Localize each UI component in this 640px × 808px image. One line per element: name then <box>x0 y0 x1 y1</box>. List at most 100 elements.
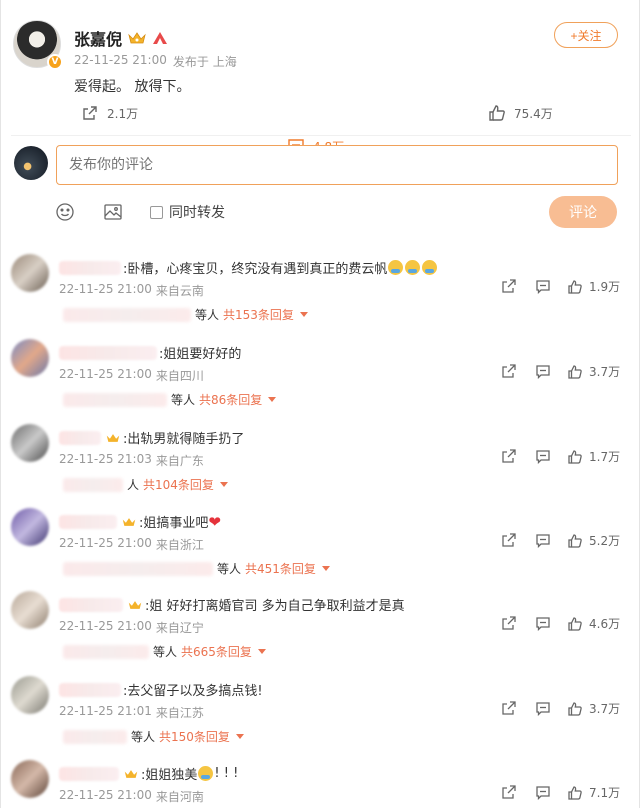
submit-comment-button[interactable]: 评论 <box>549 196 617 228</box>
share-icon <box>502 533 516 547</box>
expand-arrow-icon[interactable] <box>321 566 330 571</box>
comment-line: :姐搞事业吧 ❤ <box>59 512 221 531</box>
comment-share-button[interactable] <box>501 448 517 464</box>
commenter-avatar[interactable] <box>11 591 49 629</box>
comment-input[interactable] <box>56 145 618 185</box>
commenter-avatar[interactable] <box>11 676 49 714</box>
reply-summary[interactable]: 等人 共86条回复 <box>63 391 277 408</box>
like-icon <box>568 701 582 716</box>
expand-arrow-icon[interactable] <box>219 482 228 487</box>
comment-like-button[interactable]: 5.2万 <box>567 532 620 549</box>
comment-share-button[interactable] <box>501 784 517 800</box>
comment-reply-button[interactable] <box>535 532 551 548</box>
comment-actions: 3.7万 <box>501 363 631 381</box>
comment-reply-button[interactable] <box>535 784 551 800</box>
share-icon <box>502 279 516 293</box>
comment-line: :姐姐要好好的 <box>59 343 241 362</box>
comment-reply-button[interactable] <box>535 700 551 716</box>
share-icon <box>502 449 516 463</box>
repost-checkbox[interactable] <box>150 205 163 219</box>
post-author-name[interactable]: 张嘉倪 <box>74 26 122 50</box>
comment-time: 22-11-25 21:00 <box>59 536 152 550</box>
like-button[interactable]: 75.4万 <box>488 104 553 122</box>
comment-actions: 4.6万 <box>501 615 631 633</box>
emoji-button[interactable] <box>54 201 76 223</box>
like-icon <box>568 449 582 464</box>
expand-arrow-icon[interactable] <box>235 734 244 739</box>
comment-meta: 22-11-25 21:00 来自云南 <box>59 282 204 299</box>
commenter-avatar[interactable] <box>11 508 49 546</box>
reply-summary[interactable]: 等人 共451条回复 <box>63 560 330 577</box>
replier-names-blurred <box>63 392 167 407</box>
reply-count-link[interactable]: 共665条回复 <box>181 643 252 660</box>
commenter-name-blurred[interactable] <box>59 514 117 529</box>
reply-summary[interactable]: 等人 共153条回复 <box>63 306 308 323</box>
reply-prefix: 等人 <box>131 730 156 744</box>
commenter-name-blurred[interactable] <box>59 766 119 781</box>
reply-summary[interactable]: 人共104条回复 <box>63 476 228 493</box>
share-button[interactable]: 2.1万 <box>81 104 138 122</box>
share-icon <box>502 616 516 630</box>
comment-share-button[interactable] <box>501 615 517 631</box>
reply-count-link[interactable]: 共153条回复 <box>223 306 294 323</box>
repost-toggle[interactable]: 同时转发 <box>150 202 225 222</box>
comment-like-button[interactable]: 7.1万 <box>567 784 620 801</box>
follow-button[interactable]: +关注 <box>554 22 618 48</box>
comment-text-suffix: ! ! ! <box>214 766 239 781</box>
commenter-name-blurred[interactable] <box>59 597 123 612</box>
pleading-emoji-icon <box>198 766 214 781</box>
comment-reply-button[interactable] <box>535 448 551 464</box>
comment-share-button[interactable] <box>501 700 517 716</box>
comment-text: :卧槽，心疼宝贝，终究没有遇到真正的费云帆 <box>123 262 388 277</box>
commenter-avatar[interactable] <box>11 339 49 377</box>
repost-label: 同时转发 <box>169 205 225 221</box>
reply-count-link[interactable]: 共104条回复 <box>143 476 214 493</box>
like-icon <box>489 105 505 121</box>
comment-actions: 1.9万 <box>501 278 631 296</box>
commenter-name-blurred[interactable] <box>59 345 157 360</box>
post-time: 22-11-25 21:00 <box>74 53 167 67</box>
comment-reply-button[interactable] <box>535 278 551 294</box>
expand-arrow-icon[interactable] <box>268 397 277 402</box>
reply-summary[interactable]: 等人 共150条回复 <box>63 728 244 745</box>
like-icon <box>568 279 582 294</box>
image-upload-button[interactable] <box>102 201 124 223</box>
verified-badge-icon: V <box>47 54 63 70</box>
post-meta: 22-11-25 21:00 发布于 上海 <box>74 53 237 70</box>
comment-meta: 22-11-25 21:03 来自广东 <box>59 452 204 469</box>
commenter-avatar[interactable] <box>11 254 49 292</box>
comment-location: 来自浙江 <box>155 538 204 552</box>
commenter-avatar[interactable] <box>11 424 49 462</box>
emoji-icon <box>56 203 74 221</box>
expand-arrow-icon[interactable] <box>257 649 266 654</box>
reply-count-link[interactable]: 共451条回复 <box>245 560 316 577</box>
comment-share-button[interactable] <box>501 278 517 294</box>
reply-count-link[interactable]: 共150条回复 <box>159 728 230 745</box>
expand-arrow-icon[interactable] <box>299 312 308 317</box>
comment-like-button[interactable]: 4.6万 <box>567 615 620 632</box>
comment-icon <box>536 450 550 464</box>
share-icon <box>502 364 516 378</box>
replier-names-blurred <box>63 644 149 659</box>
comment-like-button[interactable]: 3.7万 <box>567 700 620 717</box>
comment-share-button[interactable] <box>501 532 517 548</box>
composer-tools: 同时转发 <box>54 201 225 223</box>
commenter-avatar[interactable] <box>11 760 49 798</box>
share-count: 2.1万 <box>107 106 139 121</box>
comment-reply-button[interactable] <box>535 363 551 379</box>
comment-like-button[interactable]: 3.7万 <box>567 363 620 380</box>
commenter-name-blurred[interactable] <box>59 682 121 697</box>
comment-like-count: 5.2万 <box>589 534 621 548</box>
comment-reply-button[interactable] <box>535 615 551 631</box>
comment-item: :出轨男就得随手扔了 22-11-25 21:03 来自广东 1.7万人共104条回复 <box>1 424 640 508</box>
commenter-name-blurred[interactable] <box>59 260 121 275</box>
reply-summary[interactable]: 等人 共665条回复 <box>63 643 266 660</box>
comment-like-button[interactable]: 1.9万 <box>567 278 620 295</box>
reply-prefix: 等人 <box>217 562 242 576</box>
reply-count-link[interactable]: 共86条回复 <box>199 391 262 408</box>
comment-like-button[interactable]: 1.7万 <box>567 448 620 465</box>
comment-share-button[interactable] <box>501 363 517 379</box>
comment-location: 来自辽宁 <box>155 621 204 635</box>
comment-text: :姐姐要好好的 <box>159 347 242 362</box>
commenter-name-blurred[interactable] <box>59 430 101 445</box>
